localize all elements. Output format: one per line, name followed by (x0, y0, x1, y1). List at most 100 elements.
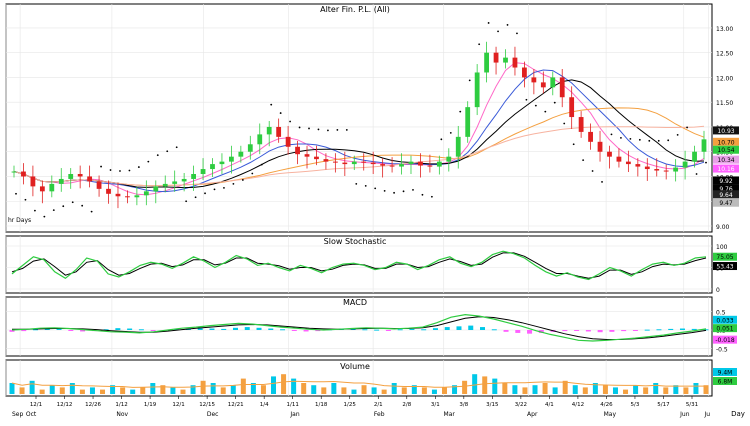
volume-bar (472, 374, 478, 394)
candle-body (39, 186, 45, 192)
candle-body (436, 161, 442, 167)
candle-body (21, 171, 26, 177)
price-tag-label: 9.92 (719, 178, 733, 185)
psar-dot (459, 110, 462, 113)
volume-bar (311, 385, 317, 394)
x-month-label: Ju (704, 411, 711, 418)
candle-body (143, 191, 149, 196)
volume-bar (230, 385, 236, 394)
candle-body (512, 57, 518, 68)
macd-histogram-bar (280, 329, 286, 331)
psar-dot (430, 195, 433, 198)
psar-dot (71, 201, 74, 204)
volume-bar (693, 383, 699, 394)
psar-dot (620, 136, 622, 139)
chart-stage: Alter Fin. P.L. (All) hr Days 13.00 12.50… (0, 0, 750, 422)
candle-body (465, 107, 471, 137)
x-date-label: 1/19 (144, 402, 157, 408)
volume-bar (281, 374, 287, 394)
macd-histogram-bar (656, 329, 662, 331)
price-tick-label: 9.00 (716, 224, 730, 231)
volume-bar (180, 389, 186, 394)
psar-dot (298, 126, 301, 129)
price-panel-corner-label: hr Days (8, 217, 31, 224)
candle-body (607, 151, 612, 157)
candle-body (389, 165, 395, 167)
volume-bar (210, 383, 216, 394)
psar-dot (383, 189, 386, 192)
psar-dot (147, 160, 150, 163)
x-month-label: Mar (444, 411, 456, 418)
x-date-label: 12/15 (199, 402, 215, 408)
volume-bar (482, 376, 488, 394)
psar-dot (544, 110, 547, 113)
macd-histogram-bar (421, 329, 427, 331)
psar-dot (497, 30, 499, 33)
psar-dot (638, 138, 641, 141)
psar-dot (194, 196, 197, 199)
candle-body (625, 161, 631, 165)
macd-tick-label: -0.5 (716, 346, 728, 353)
volume-bar (59, 387, 65, 394)
macd-histogram-bar (444, 327, 450, 330)
candle-body (49, 183, 55, 192)
price-tick-label: 12.50 (716, 51, 733, 58)
macd-histogram-bar (409, 328, 415, 330)
psar-dot (308, 127, 310, 130)
volume-bar (391, 383, 397, 394)
candle-body (597, 141, 603, 152)
volume-bar (492, 378, 498, 394)
volume-bar (522, 387, 528, 394)
psar-dot (251, 172, 254, 175)
candle-body (673, 167, 679, 172)
macd-histogram-bar (232, 327, 238, 330)
psar-dot (175, 146, 178, 149)
price-tick-label: 12.00 (716, 75, 733, 82)
candle-body (314, 156, 319, 160)
x-date-label: 12/1 (30, 402, 42, 408)
volume-bar (421, 387, 427, 394)
macd-histogram-bar (609, 330, 615, 332)
candle-body (474, 72, 480, 108)
x-date-label: 12/21 (228, 402, 244, 408)
volume-bar (49, 385, 55, 394)
macd-histogram-bar (56, 328, 62, 330)
macd-histogram-bar (456, 326, 462, 330)
candle-body (569, 97, 575, 118)
candle-body (295, 146, 300, 155)
volume-bar (341, 387, 347, 394)
candle-body (228, 156, 234, 162)
x-axis-corner-label: Day (731, 410, 745, 418)
stochastic-panel-title: Slow Stochastic (324, 237, 387, 246)
psar-dot (279, 112, 282, 114)
macd-tag-label: 0.033 (716, 317, 733, 324)
volume-bar (39, 389, 45, 394)
candle-body (172, 181, 178, 184)
psar-dot (676, 133, 679, 136)
volume-bar (220, 387, 226, 394)
volume-bar (643, 387, 649, 394)
macd-histogram-bar (138, 329, 144, 331)
candle-body (522, 67, 527, 78)
candle-body (191, 174, 196, 179)
candle-body (238, 151, 244, 157)
psar-dot (402, 190, 405, 193)
psar-dot (591, 170, 594, 172)
candle-body (87, 176, 93, 182)
candle-body (125, 196, 130, 198)
psar-dot (81, 204, 84, 207)
volume-bar (9, 383, 15, 394)
volume-bar (120, 387, 126, 394)
volume-bar (683, 387, 689, 394)
candle-body (616, 156, 622, 162)
candle-body (115, 193, 121, 197)
macd-histogram-bar (432, 328, 438, 330)
volume-bar (200, 380, 206, 394)
psar-dot (412, 188, 414, 191)
volume-bar (240, 378, 246, 394)
macd-tick-label: 0.5 (716, 310, 726, 317)
macd-histogram-bar (303, 330, 309, 332)
volume-bar (361, 385, 367, 394)
psar-dot (137, 166, 140, 168)
volume-bar (79, 389, 85, 394)
